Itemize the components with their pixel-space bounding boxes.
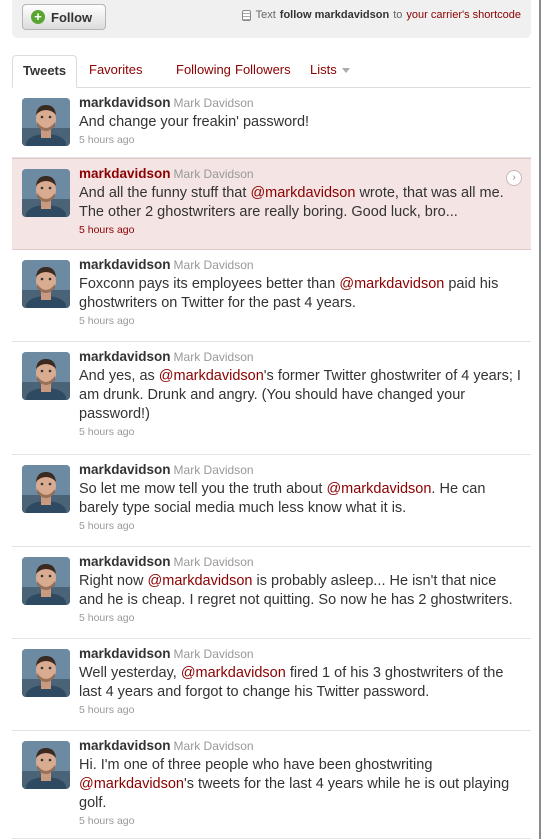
avatar[interactable] bbox=[22, 352, 70, 400]
tweet-timestamp[interactable]: 5 hours ago bbox=[79, 224, 521, 236]
tweet-text-part: And yes, as bbox=[79, 368, 159, 384]
tweet-fullname: Mark Davidson bbox=[173, 96, 254, 110]
tab-lists-label: Lists bbox=[310, 62, 337, 77]
tweet-item[interactable]: markdavidson Mark Davidson And change your… bbox=[12, 88, 531, 158]
sms-follow-info: Text follow markdavidson to your carrier… bbox=[241, 9, 521, 21]
avatar[interactable] bbox=[22, 260, 70, 308]
plus-icon: + bbox=[31, 10, 45, 24]
sms-prefix: Text bbox=[255, 9, 276, 21]
profile-timeline-frame: + Follow Text follow markdavidson to you… bbox=[0, 0, 541, 839]
tweet-header: markdavidson Mark Davidson bbox=[79, 737, 521, 755]
mention-link[interactable]: @markdavidson bbox=[339, 276, 444, 292]
tweet-content: markdavidson Mark Davidson Foxconn pays it… bbox=[79, 256, 521, 327]
tweet-text-part: Well yesterday, bbox=[79, 665, 181, 681]
tweet-content: markdavidson Mark Davidson Right now @mark… bbox=[79, 553, 521, 624]
tweet-text: Right now @markdavidson is probably asle… bbox=[79, 572, 521, 610]
tweet-content: markdavidson Mark Davidson And yes, as @ma… bbox=[79, 348, 521, 438]
tweet-text: And yes, as @markdavidson's former Twitt… bbox=[79, 367, 521, 424]
tweet-item[interactable]: markdavidson Mark Davidson Right now @mark… bbox=[12, 547, 531, 639]
sms-command: follow markdavidson bbox=[279, 9, 390, 21]
tweet-fullname: Mark Davidson bbox=[173, 258, 254, 272]
avatar[interactable] bbox=[22, 465, 70, 513]
tweet-header: markdavidson Mark Davidson bbox=[79, 94, 521, 112]
tweet-username[interactable]: markdavidson bbox=[79, 166, 171, 181]
tab-followers[interactable]: Followers bbox=[235, 55, 291, 87]
sms-to: to bbox=[393, 9, 403, 21]
mention-link[interactable]: @markdavidson bbox=[326, 481, 431, 497]
tweet-item[interactable]: markdavidson Mark Davidson And all the fun… bbox=[12, 158, 531, 250]
tweet-username[interactable]: markdavidson bbox=[79, 462, 171, 477]
tweet-timestamp[interactable]: 5 hours ago bbox=[79, 612, 521, 624]
profile-tabs: Tweets Favorites Following Followers Lis… bbox=[12, 55, 531, 88]
phone-icon bbox=[241, 9, 251, 21]
tweet-text: And all the funny stuff that @markdavids… bbox=[79, 184, 521, 222]
tweet-text: Well yesterday, @markdavidson fired 1 of… bbox=[79, 664, 521, 702]
follow-button-label: Follow bbox=[51, 9, 93, 25]
tweet-header: markdavidson Mark Davidson bbox=[79, 461, 521, 479]
tweet-content: markdavidson Mark Davidson And all the fun… bbox=[79, 165, 521, 236]
tweet-header: markdavidson Mark Davidson bbox=[79, 165, 521, 183]
avatar[interactable] bbox=[22, 649, 70, 697]
tweet-content: markdavidson Mark Davidson And change your… bbox=[79, 94, 521, 146]
tweet-fullname: Mark Davidson bbox=[173, 167, 254, 181]
tweet-item[interactable]: markdavidson Mark Davidson Foxconn pays it… bbox=[12, 250, 531, 342]
tweet-text: Foxconn pays its employees better than @… bbox=[79, 275, 521, 313]
tweet-item[interactable]: markdavidson Mark Davidson Hi. I'm one of … bbox=[12, 731, 531, 839]
tweet-item[interactable]: markdavidson Mark Davidson And yes, as @ma… bbox=[12, 342, 531, 455]
avatar[interactable] bbox=[22, 169, 70, 217]
tweet-text-part: And all the funny stuff that bbox=[79, 185, 251, 201]
tweet-timestamp[interactable]: 5 hours ago bbox=[79, 815, 521, 827]
tab-following[interactable]: Following bbox=[176, 55, 231, 87]
tab-lists[interactable]: Lists bbox=[310, 55, 350, 87]
mention-link[interactable]: @markdavidson bbox=[181, 665, 286, 681]
tweet-header: markdavidson Mark Davidson bbox=[79, 553, 521, 571]
chevron-right-icon[interactable]: › bbox=[506, 170, 522, 186]
tweet-timestamp[interactable]: 5 hours ago bbox=[79, 315, 521, 327]
tweet-fullname: Mark Davidson bbox=[173, 739, 254, 753]
carrier-shortcode-link[interactable]: your carrier's shortcode bbox=[406, 9, 521, 21]
tweet-content: markdavidson Mark Davidson So let me mow t… bbox=[79, 461, 521, 532]
tweet-username[interactable]: markdavidson bbox=[79, 738, 171, 753]
tweet-text-part: Right now bbox=[79, 573, 148, 589]
chevron-down-icon bbox=[341, 68, 350, 74]
tweet-header: markdavidson Mark Davidson bbox=[79, 645, 521, 663]
tweet-username[interactable]: markdavidson bbox=[79, 95, 171, 110]
tweet-text-part: Foxconn pays its employees better than bbox=[79, 276, 340, 292]
follow-button[interactable]: + Follow bbox=[22, 4, 106, 30]
mention-link[interactable]: @markdavidson bbox=[79, 776, 184, 792]
tweet-item[interactable]: markdavidson Mark Davidson Well yesterday,… bbox=[12, 639, 531, 731]
tweet-timestamp[interactable]: 5 hours ago bbox=[79, 426, 521, 438]
tweet-username[interactable]: markdavidson bbox=[79, 646, 171, 661]
tab-tweets[interactable]: Tweets bbox=[12, 55, 78, 88]
tweet-text-part: And change your freakin' password! bbox=[79, 114, 310, 130]
tweet-fullname: Mark Davidson bbox=[173, 555, 254, 569]
tweet-text: And change your freakin' password! bbox=[79, 113, 521, 132]
tab-favorites[interactable]: Favorites bbox=[89, 55, 142, 87]
tweet-text-part: Hi. I'm one of three people who have bee… bbox=[79, 757, 433, 773]
tweet-text-part: So let me mow tell you the truth about bbox=[79, 481, 327, 497]
tweet-username[interactable]: markdavidson bbox=[79, 349, 171, 364]
tweet-text: Hi. I'm one of three people who have bee… bbox=[79, 756, 521, 813]
mention-link[interactable]: @markdavidson bbox=[148, 573, 253, 589]
tweet-header: markdavidson Mark Davidson bbox=[79, 348, 521, 366]
mention-link[interactable]: @markdavidson bbox=[159, 368, 264, 384]
tweet-timestamp[interactable]: 5 hours ago bbox=[79, 134, 521, 146]
mention-link[interactable]: @markdavidson bbox=[250, 185, 355, 201]
tweet-content: markdavidson Mark Davidson Well yesterday,… bbox=[79, 645, 521, 716]
tweet-text: So let me mow tell you the truth about @… bbox=[79, 480, 521, 518]
tweet-username[interactable]: markdavidson bbox=[79, 257, 171, 272]
tweet-fullname: Mark Davidson bbox=[173, 463, 254, 477]
tweet-timestamp[interactable]: 5 hours ago bbox=[79, 520, 521, 532]
tweet-header: markdavidson Mark Davidson bbox=[79, 256, 521, 274]
tweet-fullname: Mark Davidson bbox=[173, 350, 254, 364]
tweet-item[interactable]: markdavidson Mark Davidson So let me mow t… bbox=[12, 455, 531, 547]
tweet-timestamp[interactable]: 5 hours ago bbox=[79, 704, 521, 716]
tweet-content: markdavidson Mark Davidson Hi. I'm one of … bbox=[79, 737, 521, 827]
avatar[interactable] bbox=[22, 557, 70, 605]
avatar[interactable] bbox=[22, 741, 70, 789]
tweet-fullname: Mark Davidson bbox=[173, 647, 254, 661]
follow-bar: + Follow Text follow markdavidson to you… bbox=[12, 0, 531, 38]
avatar[interactable] bbox=[22, 98, 70, 146]
tweet-username[interactable]: markdavidson bbox=[79, 554, 171, 569]
